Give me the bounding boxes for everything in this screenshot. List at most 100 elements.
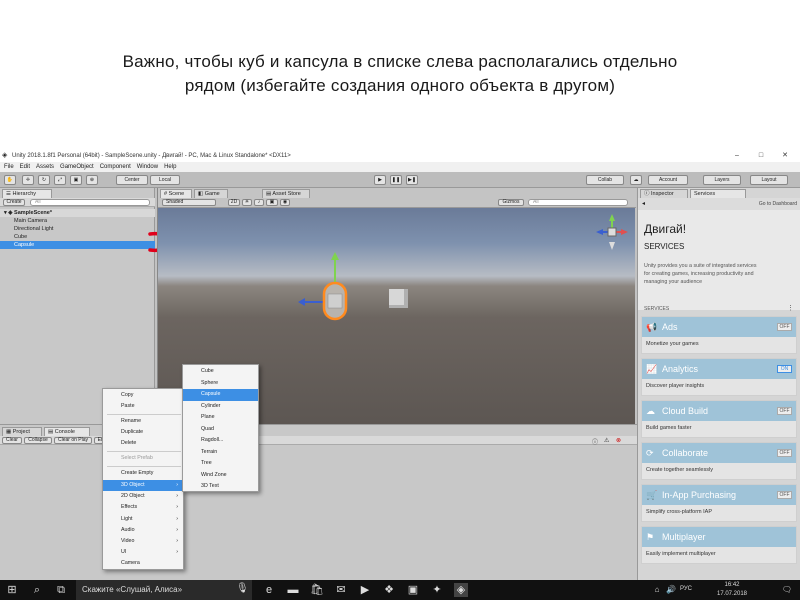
hierarchy-item-main-camera[interactable]: Main Camera [0, 217, 155, 225]
pivot-local-button[interactable]: Local [150, 175, 180, 185]
service-card-analytics[interactable]: 📈 Analytics ON Discover player insights [641, 358, 797, 396]
step-icon[interactable]: ▶❚ [406, 175, 418, 185]
submenu-item-ragdoll[interactable]: Ragdoll... [183, 435, 258, 447]
menu-window[interactable]: Window [137, 164, 158, 170]
layers-dropdown[interactable]: Layers [703, 175, 741, 185]
tab-services[interactable]: Services [690, 189, 746, 198]
scene-root-row[interactable]: ▾ ◈ SampleScene* [0, 209, 155, 217]
submenu-item-capsule[interactable]: Capsule [183, 389, 258, 401]
unity-taskbar-icon[interactable]: ◈ [454, 583, 468, 597]
menu-item-2d-object[interactable]: 2D Object › [103, 491, 183, 502]
menu-item-3d-object[interactable]: 3D Object › [103, 480, 183, 492]
hierarchy-item-cube[interactable]: Cube [0, 233, 155, 241]
menu-item-duplicate[interactable]: Duplicate [103, 427, 183, 438]
submenu-item-cylinder[interactable]: Cylinder [183, 401, 258, 413]
language-indicator[interactable]: РУС [680, 586, 692, 592]
more-menu-icon[interactable]: ⋮ [787, 304, 794, 312]
tab-scene[interactable]: # Scene [160, 189, 192, 198]
media-player-icon[interactable]: ▶ [358, 583, 372, 597]
network-icon[interactable]: ⌂ [650, 583, 664, 597]
console-collapse-button[interactable]: Collapse [24, 437, 52, 444]
shading-mode-dropdown[interactable]: Shaded [162, 199, 216, 206]
minimize-icon[interactable]: – [728, 150, 746, 162]
service-card-collaborate[interactable]: ⟳ Collaborate OFF Create together seamle… [641, 442, 797, 480]
hierarchy-item-capsule[interactable]: Capsule [0, 241, 155, 249]
menu-item-video[interactable]: Video › [103, 536, 183, 547]
menu-assets[interactable]: Assets [36, 164, 54, 170]
account-dropdown[interactable]: Account [648, 175, 688, 185]
submenu-item-terrain[interactable]: Terrain [183, 447, 258, 459]
submenu-item-sphere[interactable]: Sphere [183, 378, 258, 390]
audio-icon[interactable]: ♪ [254, 199, 264, 206]
cube-object[interactable] [389, 289, 408, 308]
notifications-icon[interactable]: 🗨 [780, 583, 794, 597]
service-toggle[interactable]: ON [777, 365, 792, 373]
close-icon[interactable]: ✕ [776, 150, 794, 162]
submenu-item-plane[interactable]: Plane [183, 412, 258, 424]
microphone-icon[interactable]: 🎙 [236, 583, 249, 594]
service-card-ads[interactable]: 📢 Ads OFF Monetize your games [641, 316, 797, 354]
maximize-icon[interactable]: □ [752, 150, 770, 162]
scene-search-input[interactable]: All [528, 199, 628, 206]
submenu-item-3d-text[interactable]: 3D Text [183, 481, 258, 491]
edge-browser-icon[interactable]: e [262, 583, 276, 597]
move-tool-icon[interactable]: ✛ [22, 175, 34, 185]
hierarchy-search-input[interactable]: All [30, 199, 150, 206]
menu-item-light[interactable]: Light › [103, 514, 183, 525]
2d-toggle[interactable]: 2D [228, 199, 240, 206]
service-card-multiplayer[interactable]: ⚑ Multiplayer Easily implement multiplay… [641, 526, 797, 564]
tab-project[interactable]: ▦ Project [2, 427, 42, 436]
scale-tool-icon[interactable]: ⤢ [54, 175, 66, 185]
tab-game[interactable]: ◧ Game [194, 189, 228, 198]
service-card-cloud-build[interactable]: ☁ Cloud Build OFF Build games faster [641, 400, 797, 438]
tab-hierarchy[interactable]: ☰ Hierarchy [2, 189, 52, 198]
back-arrow-icon[interactable]: ◂ [642, 200, 645, 207]
menu-item-effects[interactable]: Effects › [103, 502, 183, 513]
service-toggle[interactable]: OFF [777, 323, 792, 331]
task-view-icon[interactable]: ⧉ [54, 583, 68, 597]
app-icon[interactable]: ❖ [382, 583, 396, 597]
taskbar-clock[interactable]: 16:42 17.07.2018 [702, 581, 762, 599]
go-to-dashboard-link[interactable]: Go to Dashboard [759, 201, 797, 207]
volume-icon[interactable]: 🔊 [664, 583, 678, 597]
layout-dropdown[interactable]: Layout [750, 175, 788, 185]
console-clear-button[interactable]: Clear [2, 437, 22, 444]
gizmos-dropdown[interactable]: Gizmos [498, 199, 524, 206]
service-card-in-app-purchasing[interactable]: 🛒 In-App Purchasing OFF Simplify cross-p… [641, 484, 797, 522]
effects-icon[interactable]: ▣ [266, 199, 278, 206]
menu-item-ui[interactable]: UI › [103, 547, 183, 558]
menu-item-paste[interactable]: Paste [103, 401, 183, 412]
menu-component[interactable]: Component [100, 164, 131, 170]
submenu-item-cube[interactable]: Cube [183, 366, 258, 378]
lighting-icon[interactable]: ☀ [242, 199, 252, 206]
windows-start-icon[interactable]: ⊞ [5, 583, 19, 597]
app-icon-2[interactable]: ▣ [406, 583, 420, 597]
menu-file[interactable]: File [4, 164, 14, 170]
rotate-tool-icon[interactable]: ↻ [38, 175, 50, 185]
menu-item-rename[interactable]: Rename [103, 416, 183, 427]
submenu-item-quad[interactable]: Quad [183, 424, 258, 436]
create-button[interactable]: Create [3, 199, 25, 206]
service-toggle[interactable]: OFF [777, 407, 792, 415]
menu-gameobject[interactable]: GameObject [60, 164, 94, 170]
app-icon-3[interactable]: ✦ [430, 583, 444, 597]
tab-console[interactable]: ▤ Console [44, 427, 90, 436]
orientation-gizmo-icon[interactable] [594, 212, 630, 252]
submenu-item-tree[interactable]: Tree [183, 458, 258, 470]
mail-icon[interactable]: ✉ [334, 583, 348, 597]
hierarchy-item-directional-light[interactable]: Directional Light [0, 225, 155, 233]
cloud-icon[interactable]: ☁ [630, 175, 642, 185]
menu-edit[interactable]: Edit [20, 164, 30, 170]
menu-item-create-empty[interactable]: Create Empty [103, 468, 183, 479]
capsule-with-move-gizmo[interactable] [292, 250, 372, 334]
rect-tool-icon[interactable]: ▣ [70, 175, 82, 185]
hand-tool-icon[interactable]: ✋ [4, 175, 16, 185]
tab-asset-store[interactable]: ▤ Asset Store [262, 189, 310, 198]
tab-inspector[interactable]: ⓘ Inspector [640, 189, 688, 198]
menu-item-audio[interactable]: Audio › [103, 525, 183, 536]
search-icon[interactable]: ⌕ [30, 583, 44, 597]
transform-tool-icon[interactable]: ⊕ [86, 175, 98, 185]
cortana-search-box[interactable]: Скажите «Слушай, Алиса» 🎙 [76, 580, 252, 600]
pause-icon[interactable]: ❚❚ [390, 175, 402, 185]
menu-item-delete[interactable]: Delete [103, 438, 183, 449]
